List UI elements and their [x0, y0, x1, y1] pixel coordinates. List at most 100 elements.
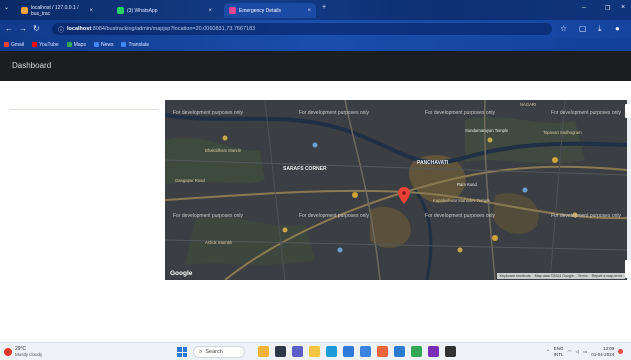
back-icon[interactable]: ← — [5, 24, 13, 33]
bookmark-news[interactable]: News — [93, 41, 114, 48]
bookmark-label: YouTube — [39, 41, 59, 48]
terms-link[interactable]: Terms — [578, 274, 588, 278]
download-icon[interactable]: ⤓ — [598, 24, 602, 34]
dev-watermark: For development purposes only — [298, 213, 370, 219]
place-label: NAGARI — [520, 102, 537, 107]
place-label: Ram Kund — [457, 182, 477, 187]
region-text: INTL — [553, 351, 564, 357]
bookmark-maps[interactable]: Maps — [66, 41, 86, 48]
tab-search-icon[interactable]: ⌄ — [4, 4, 9, 11]
maximize-icon[interactable]: ❐ — [605, 5, 610, 12]
bookmark-youtube[interactable]: YouTube — [32, 42, 59, 48]
place-label: SARAFS CORNER — [283, 166, 327, 172]
clock[interactable]: 13:09 01-04-2024 — [591, 346, 614, 357]
taskbar-search[interactable]: ⌕ Search — [193, 346, 245, 358]
tab-whatsapp[interactable]: (3) WhatsApp × — [112, 3, 217, 18]
battery-icon[interactable]: ▭ — [583, 349, 587, 355]
file-explorer-icon[interactable] — [309, 346, 320, 357]
dev-watermark: For development purposes only — [173, 213, 244, 219]
forward-icon[interactable]: → — [19, 24, 27, 33]
dev-watermark: For development purposes only — [550, 110, 621, 116]
start-button[interactable] — [177, 347, 187, 357]
map-data-text: Map data ©2024 Google — [534, 274, 574, 278]
task-view-icon[interactable] — [275, 346, 286, 357]
map-canvas — [165, 100, 627, 280]
map-edge — [627, 100, 631, 280]
location-pin-icon[interactable] — [398, 187, 410, 204]
close-window-icon[interactable]: × — [621, 4, 625, 11]
new-tab-button[interactable]: + — [322, 4, 326, 11]
bookmark-label: Translate — [128, 41, 150, 48]
office-icon[interactable] — [377, 346, 388, 357]
bookmark-star-icon[interactable]: ☆ — [560, 24, 567, 33]
place-label: Ashok Stambh — [205, 240, 233, 245]
volume-icon[interactable]: ◁ — [575, 349, 578, 355]
emergency-favicon-icon — [229, 7, 236, 14]
browser-toolbar: ← → ↻ ⓘ localhost :8084/bustracking/admi… — [0, 20, 631, 38]
notification-icon[interactable] — [618, 349, 624, 354]
youtube-icon — [32, 42, 38, 47]
whatsapp-favicon-icon — [117, 7, 124, 14]
edge-icon[interactable] — [326, 346, 337, 357]
fullscreen-button[interactable] — [625, 104, 631, 118]
report-error-link[interactable]: Report a map error — [592, 274, 622, 278]
place-label: Bhaktidham Mandir — [205, 148, 242, 153]
bookmark-label: News — [100, 41, 114, 48]
minimize-icon[interactable]: – — [582, 4, 586, 11]
gmail-icon — [4, 42, 9, 47]
tab-label: localhost / 127.0.0.1 / bus_trac — [31, 4, 79, 17]
bookmark-translate[interactable]: Translate — [121, 42, 149, 48]
google-map[interactable]: For development purposes only For develo… — [165, 100, 627, 280]
place-label: Tapovan Sadhugram — [543, 130, 582, 135]
chevron-up-icon[interactable]: ⌃ — [546, 349, 550, 355]
site-info-icon[interactable]: ⓘ — [58, 25, 64, 34]
terminal-icon[interactable] — [445, 346, 456, 357]
search-icon: ⌕ — [199, 348, 203, 355]
wifi-icon[interactable]: ◠ — [568, 349, 572, 355]
keyboard-shortcuts-link[interactable]: Keyboard shortcuts — [500, 274, 531, 278]
date: 01-04-2024 — [591, 351, 615, 357]
app-navbar: Dashboard — [0, 51, 631, 81]
weather-widget[interactable]: 29°C Mostly cloudy — [4, 346, 42, 357]
store-icon[interactable] — [343, 346, 354, 357]
dev-watermark: For development purposes only — [424, 110, 496, 116]
bookmark-gmail[interactable]: Gmail — [4, 42, 24, 48]
chat-icon[interactable] — [292, 346, 303, 357]
weather-condition: Mostly cloudy — [15, 352, 43, 357]
search-placeholder: Search — [205, 349, 223, 355]
bookmarks-bar: Gmail YouTube Maps News Translate — [0, 38, 631, 51]
dashboard-link[interactable]: Dashboard — [12, 61, 51, 70]
place-label: PANCHAVATI — [417, 160, 449, 166]
tab-label: Emergency Details — [239, 7, 281, 14]
place-label: Kapaleshwar Mahadev Temple — [433, 198, 491, 203]
chrome-icon[interactable] — [411, 346, 422, 357]
dev-watermark: For development purposes only — [550, 213, 621, 219]
widgets-icon[interactable] — [258, 346, 269, 357]
close-icon[interactable]: × — [89, 8, 93, 14]
map-attribution: Keyboard shortcuts Map data ©2024 Google… — [496, 273, 625, 279]
bookmark-label: Maps — [73, 41, 86, 48]
close-icon[interactable]: × — [307, 8, 311, 14]
taskbar: 29°C Mostly cloudy ⌕ Search ⌃ ENG INTL ◠… — [0, 342, 631, 360]
reload-icon[interactable]: ↻ — [33, 24, 40, 33]
pinned-apps — [258, 346, 456, 357]
extensions-icon[interactable]: ▢ — [579, 24, 587, 33]
onenote-icon[interactable] — [428, 346, 439, 357]
windows-logo-icon — [177, 347, 182, 352]
tab-phpmyadmin[interactable]: localhost / 127.0.0.1 / bus_trac × — [16, 3, 98, 18]
vscode-icon[interactable] — [394, 346, 405, 357]
profile-avatar-icon[interactable]: ● — [615, 24, 620, 33]
address-host: localhost — [67, 26, 92, 32]
news-icon — [93, 42, 99, 47]
dev-watermark: For development purposes only — [298, 110, 370, 116]
mail-icon[interactable] — [360, 346, 371, 357]
zoom-control[interactable] — [625, 260, 631, 278]
browser-tab-strip: ⌄ localhost / 127.0.0.1 / bus_trac × (3)… — [0, 0, 631, 20]
close-icon[interactable]: × — [208, 8, 212, 14]
tab-emergency-details[interactable]: Emergency Details × — [224, 3, 316, 18]
address-path: :8084/bustracking/admin/mapjsp?location=… — [91, 26, 256, 32]
address-bar[interactable]: ⓘ localhost :8084/bustracking/admin/mapj… — [52, 23, 552, 35]
watermark-row: For development purposes only For develo… — [165, 110, 627, 116]
place-label: Gangapur Road — [175, 178, 205, 183]
language-indicator[interactable]: ENG INTL — [554, 346, 564, 357]
